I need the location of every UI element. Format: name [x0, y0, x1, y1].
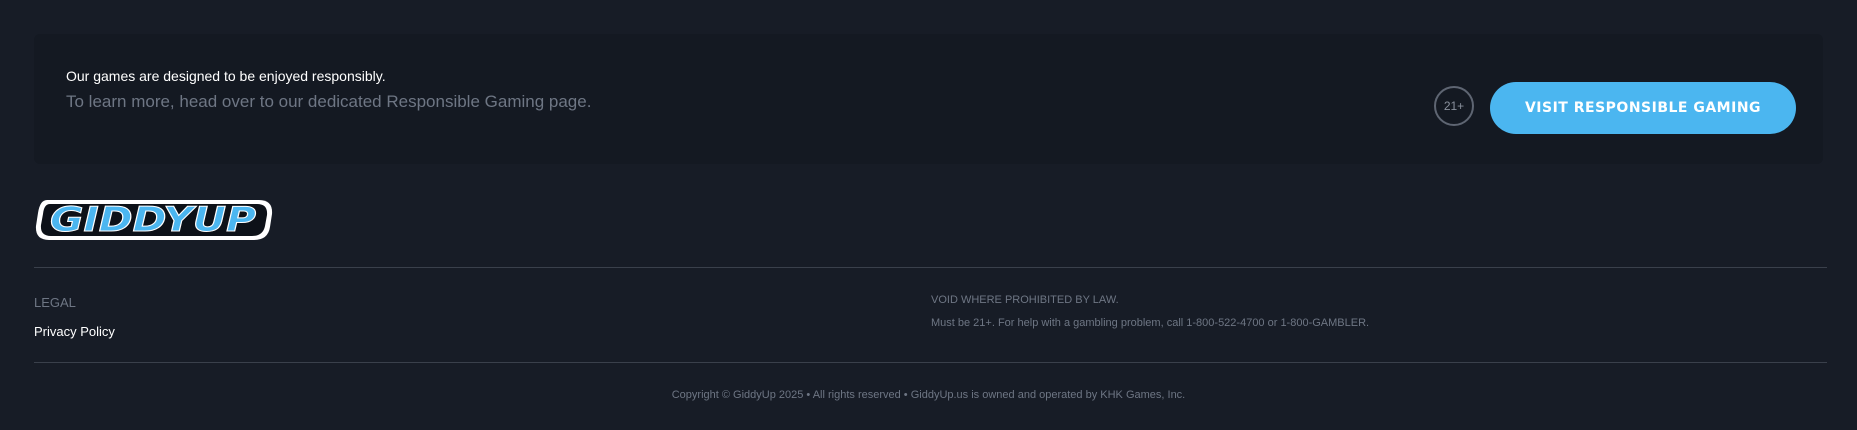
responsible-gaming-subtext: To learn more, head over to our dedicate… [66, 92, 592, 111]
footer-divider-bottom [34, 362, 1827, 363]
responsible-gaming-headline: Our games are designed to be enjoyed res… [66, 68, 386, 84]
giddyup-logo[interactable]: GIDDYUP [33, 197, 275, 243]
responsible-gaming-banner: Our games are designed to be enjoyed res… [34, 34, 1823, 164]
footer-divider-top [34, 267, 1827, 268]
logo-wordmark: GIDDYUP [50, 200, 256, 240]
legal-heading: LEGAL [34, 295, 76, 310]
giddyup-logo-graphic: GIDDYUP [35, 200, 273, 241]
void-notice: VOID WHERE PROHIBITED BY LAW. [931, 294, 1119, 306]
privacy-policy-link[interactable]: Privacy Policy [34, 324, 115, 339]
age-21-badge: 21+ [1434, 86, 1474, 126]
copyright-text: Copyright © GiddyUp 2025 • All rights re… [671, 389, 1186, 401]
gambling-help-notice: Must be 21+. For help with a gambling pr… [931, 317, 1370, 329]
visit-responsible-gaming-button[interactable]: VISIT RESPONSIBLE GAMING [1490, 82, 1796, 134]
